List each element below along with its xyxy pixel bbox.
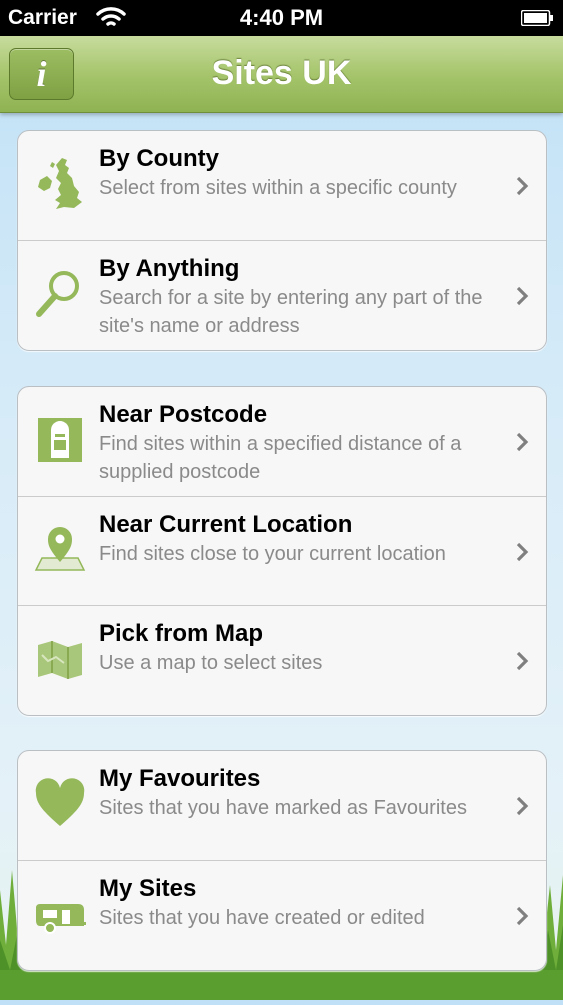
page-title: Sites UK <box>211 54 352 92</box>
uk-map-icon <box>34 156 86 212</box>
row-subtitle: Sites that you have marked as Favourites <box>99 797 467 819</box>
row-subtitle: Search for a site by entering any part o… <box>99 287 483 337</box>
row-subtitle: Find sites within a specified distance o… <box>99 433 462 483</box>
row-title: Near Current Location <box>99 511 353 538</box>
row-title: My Favourites <box>99 765 261 792</box>
chevron-right-icon <box>515 431 529 453</box>
chevron-right-icon <box>515 905 529 927</box>
folded-map-icon <box>34 631 86 687</box>
row-title: Pick from Map <box>99 620 264 647</box>
row-my-favourites[interactable]: My Favourites Sites that you have marked… <box>18 751 546 860</box>
location-pin-icon <box>34 522 86 578</box>
row-title: By County <box>99 145 219 172</box>
postbox-icon <box>34 412 86 468</box>
row-title: My Sites <box>99 875 197 902</box>
row-subtitle: Sites that you have created or edited <box>99 907 425 929</box>
row-by-anything[interactable]: By Anything Search for a site by enterin… <box>18 240 546 350</box>
row-by-county[interactable]: By County Select from sites within a spe… <box>18 131 546 240</box>
row-title: Near Postcode <box>99 401 268 428</box>
caravan-icon <box>34 886 86 942</box>
row-near-postcode[interactable]: Near Postcode Find sites within a specif… <box>18 387 546 496</box>
search-icon <box>34 266 86 322</box>
search-group-2: Near Postcode Find sites within a specif… <box>17 386 547 716</box>
chevron-right-icon <box>515 541 529 563</box>
heart-icon <box>34 776 86 832</box>
battery-icon <box>520 9 553 27</box>
row-subtitle: Use a map to select sites <box>99 652 323 674</box>
row-subtitle: Find sites close to your current locatio… <box>99 543 446 565</box>
navigation-bar: i Sites UK <box>0 36 563 113</box>
row-subtitle: Select from sites within a specific coun… <box>99 177 457 199</box>
search-group-3: My Favourites Sites that you have marked… <box>17 750 547 971</box>
status-bar: Carrier 4:40 PM <box>0 0 563 36</box>
row-near-current-location[interactable]: Near Current Location Find sites close t… <box>18 496 546 606</box>
chevron-right-icon <box>515 795 529 817</box>
row-title: By Anything <box>99 255 240 282</box>
status-time: 4:40 PM <box>239 5 324 30</box>
chevron-right-icon <box>515 650 529 672</box>
row-my-sites[interactable]: My Sites Sites that you have created or … <box>18 860 546 970</box>
search-group-1: By County Select from sites within a spe… <box>17 130 547 351</box>
row-pick-from-map[interactable]: Pick from Map Use a map to select sites <box>18 605 546 715</box>
chevron-right-icon <box>515 285 529 307</box>
chevron-right-icon <box>515 175 529 197</box>
